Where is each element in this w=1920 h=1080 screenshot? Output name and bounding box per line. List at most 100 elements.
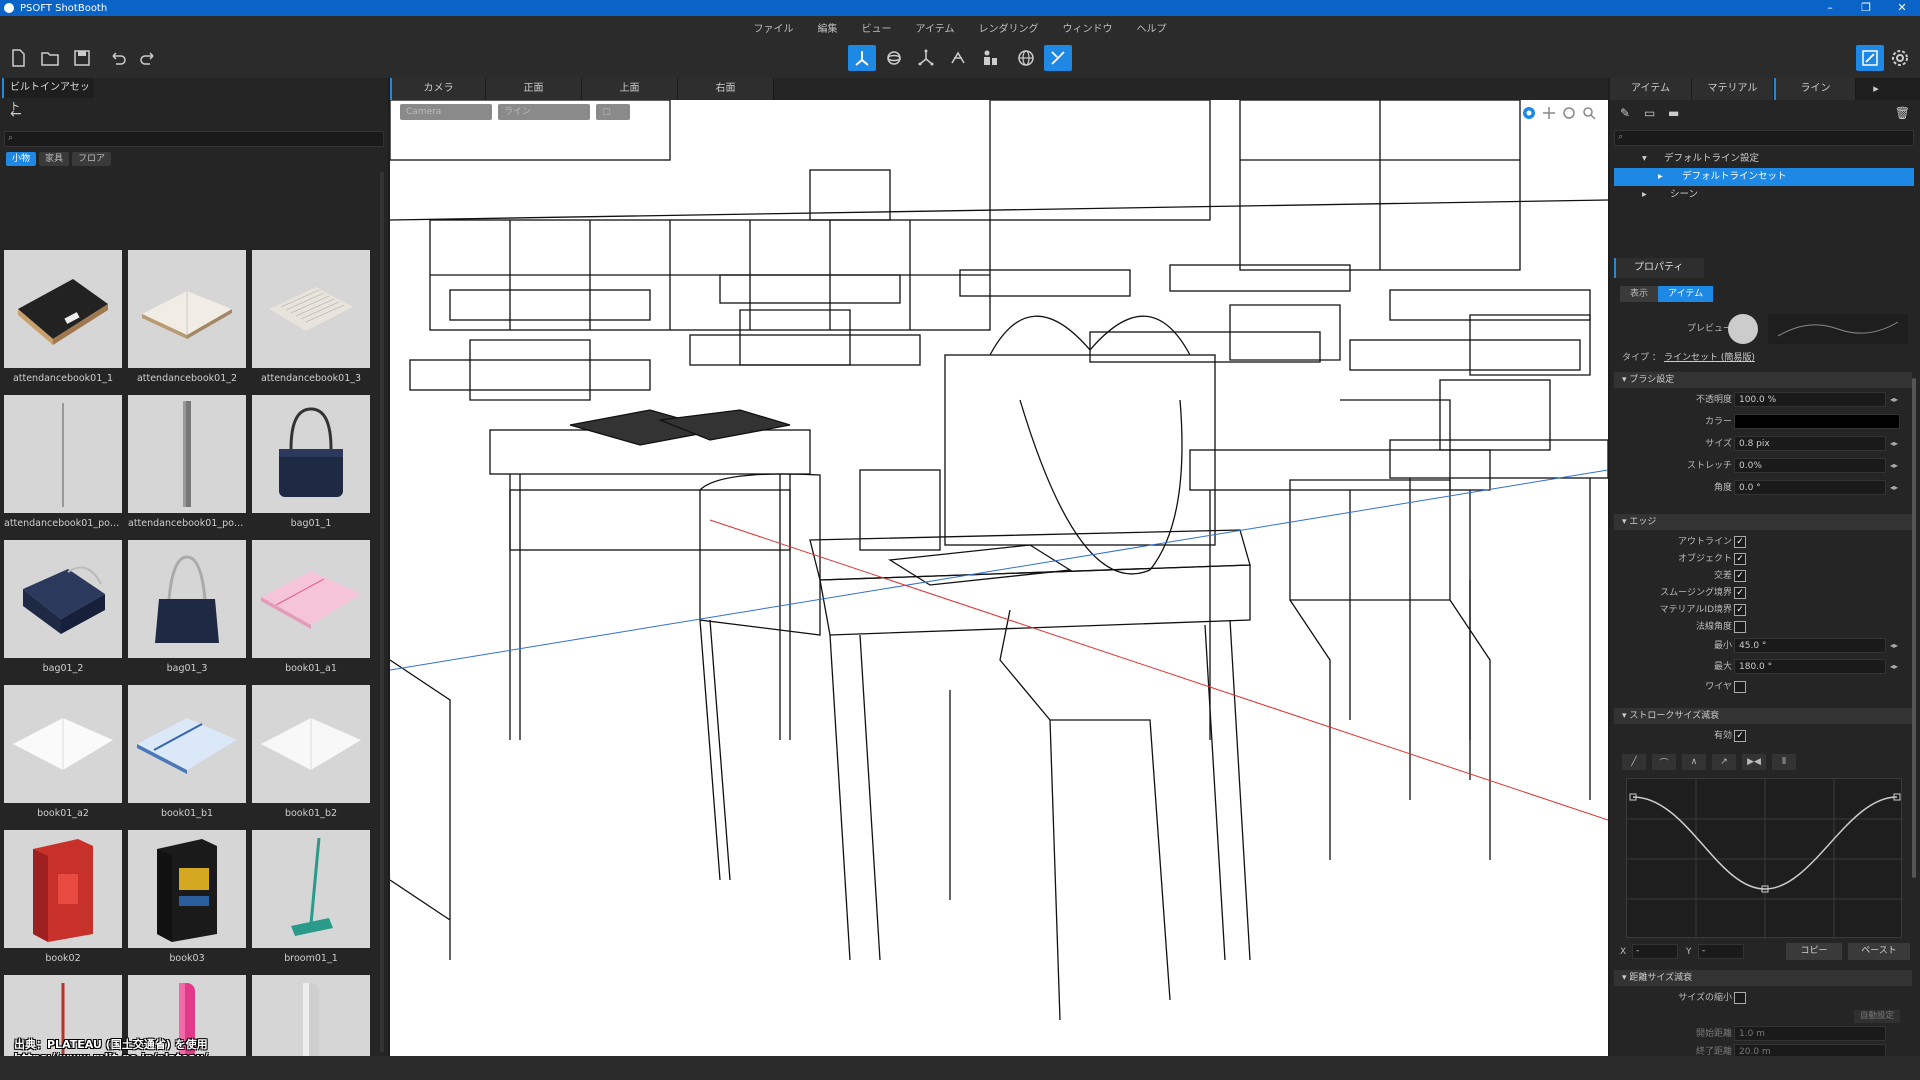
collapse-arrow-icon[interactable]: ▸	[1642, 186, 1647, 204]
curve-linear-icon[interactable]: ╱	[1622, 754, 1646, 770]
edge-section-header[interactable]: ▾ エッジ	[1614, 514, 1912, 530]
tab-top[interactable]: 上面	[582, 78, 678, 100]
minimize-button[interactable]: –	[1812, 0, 1848, 16]
asset-item[interactable]: book01_b1	[128, 685, 246, 830]
start-distance-field[interactable]: 1.0 m	[1734, 1026, 1886, 1041]
menu-item[interactable]: アイテム	[904, 20, 967, 35]
y-field[interactable]: -	[1698, 944, 1744, 959]
category-small-items[interactable]: 小物	[6, 152, 37, 166]
move-gizmo-icon[interactable]	[848, 45, 876, 71]
max-field[interactable]: 180.0 °	[1734, 659, 1886, 674]
asset-scrollbar[interactable]	[380, 172, 384, 1052]
asset-item[interactable]: attendancebook01_2	[128, 250, 246, 395]
orbit-icon[interactable]	[1560, 104, 1578, 122]
curve-mirror-icon[interactable]: ⫴	[1772, 754, 1796, 770]
save-icon[interactable]	[68, 45, 96, 71]
redo-icon[interactable]	[134, 45, 162, 71]
snapshot-select[interactable]: ▢	[596, 104, 630, 120]
asset-item[interactable]: book01_a1	[252, 540, 370, 685]
outline-checkbox[interactable]: ✓	[1734, 536, 1746, 548]
3d-viewport[interactable]: Camera ライン ▢	[390, 100, 1608, 1056]
spin-arrows-icon[interactable]: ◂▸	[1888, 640, 1900, 652]
intersect-checkbox[interactable]: ✓	[1734, 570, 1746, 582]
asset-item[interactable]: book01_a2	[4, 685, 122, 830]
smoothing-checkbox[interactable]: ✓	[1734, 587, 1746, 599]
rotate-gizmo-icon[interactable]	[880, 45, 908, 71]
size-shrink-checkbox[interactable]	[1734, 992, 1746, 1004]
line-mode-icon[interactable]	[1856, 45, 1884, 71]
spin-arrows-icon[interactable]: ◂▸	[1888, 460, 1900, 472]
end-distance-field[interactable]: 20.0 m	[1734, 1044, 1886, 1056]
wire-checkbox[interactable]	[1734, 681, 1746, 693]
asset-item[interactable]: bag01_2	[4, 540, 122, 685]
tab-right[interactable]: 右面	[678, 78, 774, 100]
asset-item[interactable]: book03	[128, 830, 246, 975]
asset-item[interactable]: attendancebook01_3	[252, 250, 370, 395]
tab-camera[interactable]: カメラ	[390, 78, 486, 100]
curve-rise-icon[interactable]: ↗	[1712, 754, 1736, 770]
trash-icon[interactable]: 🗑	[1895, 106, 1910, 120]
close-button[interactable]: ✕	[1884, 0, 1920, 16]
x-field[interactable]: -	[1632, 944, 1678, 959]
menu-window[interactable]: ウィンドウ	[1051, 20, 1125, 35]
menu-rendering[interactable]: レンダリング	[967, 20, 1051, 35]
pan-icon[interactable]	[1540, 104, 1558, 122]
tab-line[interactable]: ライン	[1774, 78, 1856, 100]
spin-arrows-icon[interactable]: ◂▸	[1888, 661, 1900, 673]
curve-peak-icon[interactable]: ∧	[1682, 754, 1706, 770]
properties-scrollbar[interactable]	[1912, 378, 1916, 878]
type-value[interactable]: ラインセット (簡易版)	[1664, 350, 1755, 366]
asset-search-input[interactable]: ⌕	[4, 131, 384, 147]
new-file-icon[interactable]	[4, 45, 32, 71]
tab-builtin-assets[interactable]: ビルトインアセット	[2, 78, 94, 113]
tab-properties[interactable]: プロパティ	[1614, 258, 1704, 278]
auto-setting-button[interactable]: 自動設定	[1853, 1010, 1900, 1023]
asset-item[interactable]: book02	[4, 830, 122, 975]
category-floor[interactable]: フロア	[72, 152, 112, 166]
menu-edit[interactable]: 編集	[806, 20, 850, 35]
size-field[interactable]: 0.8 pix	[1734, 436, 1886, 451]
menu-help[interactable]: ヘルプ	[1125, 20, 1179, 35]
stroke-enabled-checkbox[interactable]: ✓	[1734, 730, 1746, 742]
asset-item[interactable]: chalk01_white	[252, 975, 370, 1056]
angle-field[interactable]: 0.0 °	[1734, 480, 1886, 495]
stretch-field[interactable]: 0.0%	[1734, 458, 1886, 473]
open-folder-icon[interactable]	[36, 45, 64, 71]
spin-arrows-icon[interactable]: ◂▸	[1888, 394, 1900, 406]
line-render-icon[interactable]	[1044, 45, 1072, 71]
globe-icon[interactable]	[1012, 45, 1040, 71]
subtab-display[interactable]: 表示	[1620, 286, 1659, 302]
curve-ease-icon[interactable]: ⌒	[1652, 754, 1676, 770]
tab-material[interactable]: マテリアル	[1692, 78, 1774, 100]
min-field[interactable]: 45.0 °	[1734, 638, 1886, 653]
asset-item[interactable]: broom01_1	[252, 830, 370, 975]
add-folder-icon[interactable]: ▭	[1644, 106, 1655, 120]
tab-item[interactable]: アイテム	[1610, 78, 1692, 100]
menu-view[interactable]: ビュー	[850, 20, 904, 35]
zoom-icon[interactable]	[1580, 104, 1598, 122]
line-search-input[interactable]: ⌕	[1614, 130, 1914, 146]
folder-icon[interactable]: ▬	[1668, 106, 1679, 120]
restore-button[interactable]: ❐	[1848, 0, 1884, 16]
menu-file[interactable]: ファイル	[742, 20, 806, 35]
paste-button[interactable]: ペースト	[1848, 943, 1910, 960]
expand-arrow-icon[interactable]: ▾	[1642, 150, 1647, 168]
scale-gizmo-icon[interactable]	[912, 45, 940, 71]
asset-item[interactable]: bag01_3	[128, 540, 246, 685]
asset-item[interactable]: attendancebook01_point…	[128, 395, 246, 540]
category-furniture[interactable]: 家具	[39, 152, 70, 166]
pose-tool-icon[interactable]	[944, 45, 972, 71]
curve-flip-icon[interactable]: ▶◀	[1742, 754, 1766, 770]
stroke-section-header[interactable]: ▾ ストロークサイズ減衰	[1614, 708, 1912, 724]
material-id-checkbox[interactable]: ✓	[1734, 604, 1746, 616]
tree-item-default-lineset[interactable]: ▸ デフォルトラインセット	[1614, 168, 1914, 186]
asset-item[interactable]: attendancebook01_1	[4, 250, 122, 395]
target-icon[interactable]	[1520, 104, 1538, 122]
tree-item-default-line-settings[interactable]: ▾ デフォルトライン設定	[1614, 150, 1914, 168]
spin-arrows-icon[interactable]: ◂▸	[1888, 482, 1900, 494]
distance-section-header[interactable]: ▾ 距離サイズ減衰	[1614, 970, 1912, 986]
asset-item[interactable]: bag01_1	[252, 395, 370, 540]
copy-button[interactable]: コピー	[1786, 943, 1842, 960]
tab-front[interactable]: 正面	[486, 78, 582, 100]
curve-editor[interactable]	[1626, 778, 1903, 939]
